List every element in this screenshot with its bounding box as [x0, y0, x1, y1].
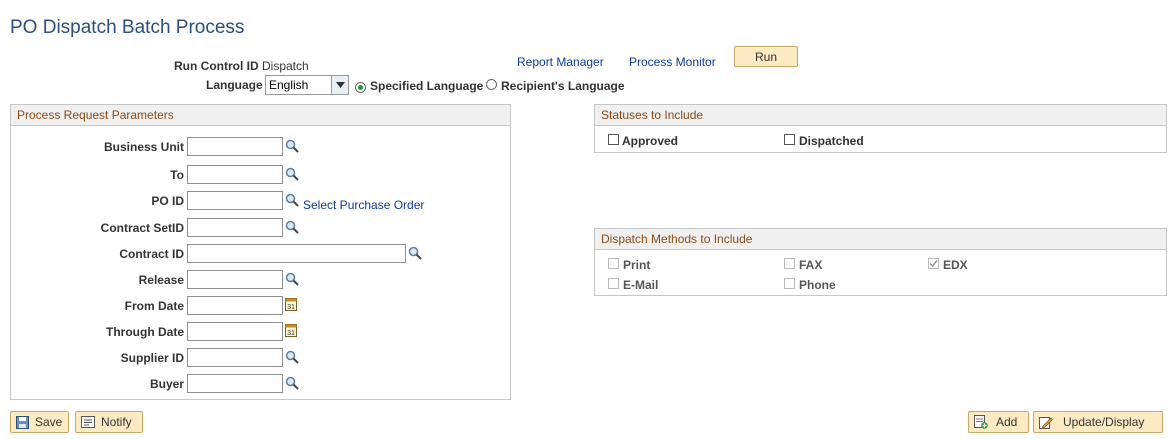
add-label: Add	[996, 415, 1018, 429]
specified-language-radio[interactable]	[355, 79, 366, 93]
fax-checkbox[interactable]	[784, 258, 795, 272]
search-icon[interactable]	[285, 139, 299, 156]
save-label: Save	[35, 415, 63, 429]
search-icon[interactable]	[285, 193, 299, 210]
search-icon[interactable]	[285, 220, 299, 237]
po-id-input[interactable]	[187, 191, 283, 210]
svg-text:31: 31	[287, 304, 295, 311]
phone-label: Phone	[799, 278, 836, 292]
contract-id-input[interactable]	[187, 244, 406, 263]
search-icon[interactable]	[285, 376, 299, 393]
calendar-icon[interactable]: 31	[285, 323, 297, 340]
dispatch-methods-header: Dispatch Methods to Include	[595, 229, 1166, 250]
chevron-down-icon[interactable]	[331, 76, 348, 94]
run-control-label: Run Control ID	[174, 59, 259, 73]
supplier-id-input[interactable]	[187, 348, 283, 367]
contract-id-label: Contract ID	[119, 247, 184, 261]
recipient-language-radio[interactable]	[486, 79, 497, 93]
business-unit-label: Business Unit	[103, 140, 184, 154]
from-date-input[interactable]	[187, 296, 283, 315]
notify-button[interactable]: Notify	[75, 411, 143, 433]
update-display-icon	[1039, 417, 1053, 429]
process-request-parameters-header: Process Request Parameters	[11, 105, 510, 126]
contract-setid-input[interactable]	[187, 218, 283, 237]
page-title: PO Dispatch Batch Process	[10, 17, 245, 38]
search-icon[interactable]	[285, 272, 299, 289]
language-select[interactable]: English	[265, 75, 349, 95]
process-monitor-link[interactable]: Process Monitor	[629, 55, 716, 69]
release-label: Release	[138, 273, 184, 287]
print-checkbox[interactable]	[608, 258, 619, 272]
search-icon[interactable]	[285, 350, 299, 367]
through-date-label: Through Date	[106, 325, 184, 339]
statuses-group: Statuses to Include	[594, 104, 1167, 153]
business-unit-input[interactable]	[187, 137, 283, 156]
update-display-button[interactable]: Update/Display	[1033, 411, 1163, 433]
language-select-value: English	[269, 78, 309, 92]
search-icon[interactable]	[285, 167, 299, 184]
edx-checkbox[interactable]	[928, 258, 939, 272]
contract-setid-label: Contract SetID	[100, 221, 184, 235]
add-button[interactable]: Add	[968, 411, 1029, 433]
dispatched-label: Dispatched	[799, 134, 864, 148]
email-label: E-Mail	[623, 278, 659, 292]
save-icon	[16, 415, 29, 429]
to-input[interactable]	[187, 165, 283, 184]
edx-label: EDX	[943, 258, 968, 272]
svg-text:31: 31	[287, 330, 295, 337]
language-label: Language	[206, 78, 263, 92]
dispatch-methods-group: Dispatch Methods to Include	[594, 228, 1167, 296]
buyer-label: Buyer	[149, 377, 184, 391]
through-date-input[interactable]	[187, 322, 283, 341]
email-checkbox[interactable]	[608, 278, 619, 292]
buyer-input[interactable]	[187, 374, 283, 393]
save-button[interactable]: Save	[10, 411, 69, 433]
specified-language-label: Specified Language	[370, 79, 484, 93]
add-icon	[974, 415, 988, 429]
supplier-id-label: Supplier ID	[120, 351, 184, 365]
update-display-label: Update/Display	[1063, 415, 1145, 429]
from-date-label: From Date	[124, 299, 184, 313]
statuses-header: Statuses to Include	[595, 105, 1166, 126]
notify-label: Notify	[101, 415, 132, 429]
run-control-value: Dispatch	[262, 59, 309, 73]
approved-label: Approved	[622, 134, 679, 148]
run-button[interactable]: Run	[734, 46, 798, 67]
calendar-icon[interactable]: 31	[285, 297, 297, 314]
po-id-label: PO ID	[151, 194, 184, 208]
fax-label: FAX	[799, 258, 823, 272]
phone-checkbox[interactable]	[784, 278, 795, 292]
to-label: To	[170, 168, 184, 182]
approved-checkbox[interactable]	[608, 134, 619, 148]
search-icon[interactable]	[408, 246, 422, 263]
print-label: Print	[623, 258, 651, 272]
checkmark-icon	[928, 258, 939, 269]
dispatched-checkbox[interactable]	[784, 134, 795, 148]
select-purchase-order-link[interactable]: Select Purchase Order	[303, 198, 424, 212]
notify-icon	[81, 416, 95, 428]
release-input[interactable]	[187, 270, 283, 289]
recipient-language-label: Recipient's Language	[501, 79, 625, 93]
report-manager-link[interactable]: Report Manager	[517, 55, 604, 69]
